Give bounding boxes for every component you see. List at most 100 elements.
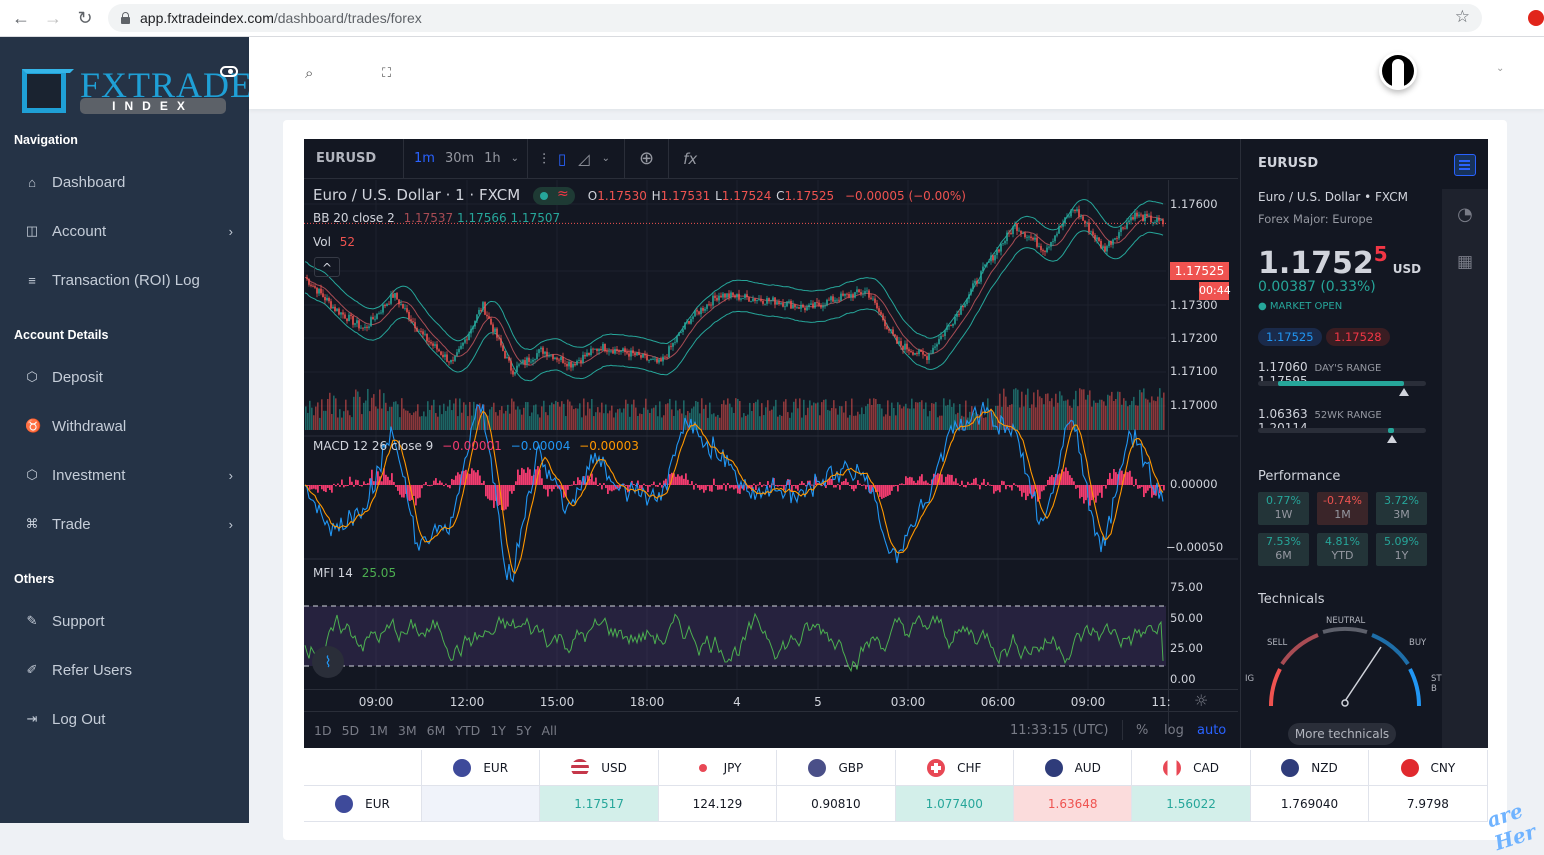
reload-icon[interactable]: ↻ xyxy=(74,8,96,29)
rate-cell-eur-eur[interactable] xyxy=(422,786,541,822)
volume-bar xyxy=(737,398,739,430)
macd-histogram-bar xyxy=(679,476,681,485)
tradingview-logo-icon[interactable]: ⌇ xyxy=(312,646,344,678)
range-1y[interactable]: 1Y xyxy=(490,723,506,738)
sidebar-item-dashboard[interactable]: ⌂ Dashboard xyxy=(25,167,235,197)
fullscreen-icon[interactable]: ⛶ xyxy=(382,65,391,81)
rate-cell-eur-chf[interactable]: 1.077400 xyxy=(895,786,1014,822)
candle-body xyxy=(690,318,692,324)
user-avatar[interactable] xyxy=(1379,52,1417,90)
auto-scale-toggle[interactable]: auto xyxy=(1197,723,1226,738)
sidebar-item-investment[interactable]: ⬡ Investment › xyxy=(25,460,235,490)
sidebar-item-support[interactable]: ✎ Support xyxy=(25,606,235,636)
column-header-gbp[interactable]: GBP xyxy=(777,750,896,786)
macd-histogram-bar xyxy=(1095,485,1097,503)
chart-canvas[interactable] xyxy=(304,180,1238,689)
chevron-down-icon[interactable]: ⌄ xyxy=(1496,63,1504,74)
interval-1m[interactable]: 1m xyxy=(414,151,435,166)
chart-title: Euro / U.S. Dollar · 1 · FXCM xyxy=(313,186,521,204)
range-1m[interactable]: 1M xyxy=(369,723,388,738)
sidebar-item-account[interactable]: ◫ Account › xyxy=(25,216,235,246)
extension-icon[interactable] xyxy=(1528,10,1544,26)
row-header-eur[interactable]: EUR xyxy=(304,786,422,822)
hotlist-flame-icon[interactable]: ◔ xyxy=(1454,204,1476,226)
column-header-chf[interactable]: CHF xyxy=(895,750,1014,786)
range-5y[interactable]: 5Y xyxy=(516,723,532,738)
market-status-pill[interactable] xyxy=(532,186,575,205)
forward-arrow-icon[interactable]: → xyxy=(42,8,64,29)
rate-cell-eur-jpy[interactable]: 124.129 xyxy=(658,786,778,822)
sidebar-item-deposit[interactable]: ⬡ Deposit xyxy=(25,362,235,392)
volume-bar xyxy=(657,416,659,430)
range-ytd[interactable]: YTD xyxy=(455,723,480,738)
address-bar[interactable]: app.fxtradeindex.com/dashboard/trades/fo… xyxy=(108,4,1482,32)
volume-bar xyxy=(853,415,855,430)
chart-settings-gear-icon[interactable]: ☼ xyxy=(1194,691,1208,710)
back-arrow-icon[interactable]: ← xyxy=(10,8,32,29)
rate-cell-eur-aud[interactable]: 1.63648 xyxy=(1014,786,1133,822)
sidebar-item-transaction-roi-log[interactable]: ≡ Transaction (ROI) Log xyxy=(25,265,235,295)
column-header-nzd[interactable]: NZD xyxy=(1250,750,1370,786)
compare-add-icon[interactable]: ⊕ xyxy=(639,148,654,169)
candle-body xyxy=(1010,232,1012,234)
column-header-aud[interactable]: AUD xyxy=(1014,750,1133,786)
rate-cell-eur-gbp[interactable]: 0.90810 xyxy=(777,786,896,822)
area-chart-icon[interactable]: ◿ xyxy=(578,150,590,168)
candle-body xyxy=(710,304,712,306)
macd-histogram-bar xyxy=(1111,478,1113,485)
interval-1h[interactable]: 1h xyxy=(484,151,501,166)
bookmark-star-icon[interactable]: ☆ xyxy=(1455,7,1470,27)
trading-chart-widget: EURUSD 1m 30m 1h ⌄ ⫶ ▯ ◿ ⌄ ⊕ fx Euro / U… xyxy=(304,138,1488,748)
time-axis[interactable]: 09:00 12:00 15:00 18:00 4 5 03:00 06:00 … xyxy=(304,689,1238,711)
range-3m[interactable]: 3M xyxy=(398,723,417,738)
volume-bar xyxy=(663,415,665,430)
more-technicals-button[interactable]: More technicals xyxy=(1288,723,1396,745)
macd-signal: −0.00003 xyxy=(579,439,639,453)
brand-logo[interactable]: FXTRADE INDEX xyxy=(20,65,252,125)
collapse-legend-button[interactable]: ^ xyxy=(314,257,340,277)
rate-cell-eur-cad[interactable]: 1.56022 xyxy=(1132,786,1251,822)
sidebar-item-refer-users[interactable]: ✐ Refer Users xyxy=(25,655,235,685)
interval-dropdown-icon[interactable]: ⌄ xyxy=(511,153,519,164)
calendar-icon[interactable]: ▦ xyxy=(1454,252,1476,274)
sidebar-item-trade[interactable]: ⌘ Trade › xyxy=(25,509,235,539)
symbol-selector[interactable]: EURUSD xyxy=(304,138,404,179)
candle-body xyxy=(470,329,472,334)
chart-type-dropdown-icon[interactable]: ⌄ xyxy=(602,153,610,164)
percent-scale-toggle[interactable]: % xyxy=(1136,723,1148,738)
utc-clock[interactable]: 11:33:15 (UTC) xyxy=(1010,723,1108,738)
range-1d[interactable]: 1D xyxy=(314,723,332,738)
indicators-fx-icon[interactable]: fx xyxy=(683,150,697,168)
candle-body xyxy=(728,293,730,298)
range-5d[interactable]: 5D xyxy=(342,723,360,738)
column-header-cad[interactable]: CAD xyxy=(1132,750,1251,786)
rate-cell-eur-usd[interactable]: 1.17517 xyxy=(540,786,659,822)
chart-area[interactable]: Euro / U.S. Dollar · 1 · FXCM O1.17530 H… xyxy=(304,180,1238,730)
column-header-eur[interactable]: EUR xyxy=(422,750,541,786)
range-all[interactable]: All xyxy=(542,723,558,738)
candle-body xyxy=(540,347,542,350)
candle-body xyxy=(590,348,592,356)
tab-details[interactable] xyxy=(1442,139,1488,189)
column-header-jpy[interactable]: JPY xyxy=(658,750,778,786)
rate-cell-eur-nzd[interactable]: 1.769040 xyxy=(1250,786,1370,822)
eye-toggle-icon[interactable] xyxy=(220,66,238,77)
column-header-usd[interactable]: USD xyxy=(540,750,659,786)
log-scale-toggle[interactable]: log xyxy=(1164,723,1184,738)
range-6m[interactable]: 6M xyxy=(427,723,446,738)
column-header-cny[interactable]: CNY xyxy=(1369,750,1488,786)
rate-cell-eur-cny[interactable]: 7.9798 xyxy=(1369,786,1488,822)
candlestick-icon[interactable]: ▯ xyxy=(558,150,566,168)
volume-bar xyxy=(963,416,965,430)
bar-chart-icon[interactable]: ⫶ xyxy=(542,150,546,168)
volume-bar xyxy=(881,408,883,430)
sidebar-item-withdrawal[interactable]: ♉ Withdrawal xyxy=(25,411,235,441)
candle-body xyxy=(886,326,888,330)
macd-histogram-bar xyxy=(925,480,927,485)
search-icon[interactable]: ⌕ xyxy=(305,65,313,82)
interval-30m[interactable]: 30m xyxy=(445,151,474,166)
volume-bar xyxy=(917,402,919,430)
sidebar-item-label: Account xyxy=(52,222,107,240)
macd-histogram-bar xyxy=(845,478,847,485)
sidebar-item-log-out[interactable]: ⇥ Log Out xyxy=(25,704,235,734)
